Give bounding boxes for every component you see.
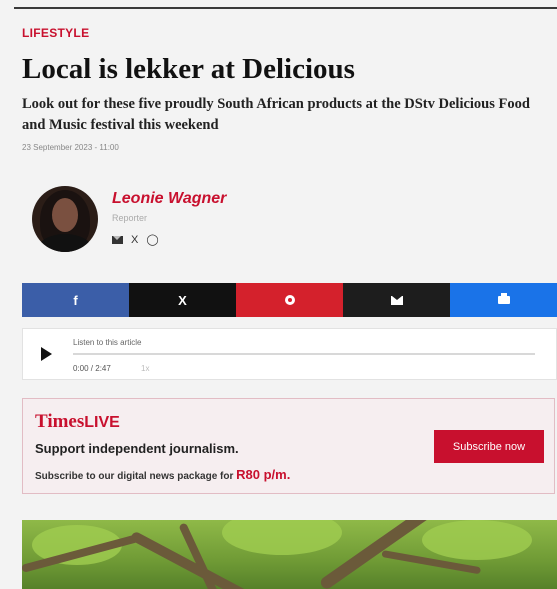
print-icon	[497, 293, 510, 304]
article-headline: Local is lekker at Delicious	[22, 53, 355, 85]
subscription-promo: TimesLIVE Support independent journalism…	[22, 398, 555, 494]
email-icon[interactable]	[112, 236, 123, 244]
timeslive-logo: TimesLIVE	[35, 411, 120, 432]
share-facebook-button[interactable]: f	[22, 283, 129, 317]
subscribe-now-button[interactable]: Subscribe now	[434, 430, 544, 463]
player-label: Listen to this article	[73, 338, 142, 347]
share-print-button[interactable]	[450, 283, 557, 317]
article-date: 23 September 2023 - 11:00	[22, 143, 119, 152]
author-role: Reporter	[112, 213, 148, 223]
player-speed-button[interactable]: 1x	[141, 364, 149, 373]
top-divider	[14, 7, 557, 9]
share-email-button[interactable]	[343, 283, 450, 317]
facebook-icon: f	[73, 292, 78, 308]
player-progress-track[interactable]	[73, 353, 535, 355]
promo-headline: Support independent journalism.	[35, 441, 239, 456]
author-block: Leonie Wagner Reporter X ◯	[32, 186, 432, 256]
x-icon[interactable]: X	[131, 234, 138, 246]
share-x-button[interactable]: X	[129, 283, 236, 317]
share-pinterest-button[interactable]	[236, 283, 343, 317]
author-social-links: X ◯	[112, 234, 159, 246]
x-icon: X	[178, 292, 187, 308]
author-name[interactable]: Leonie Wagner	[112, 190, 226, 208]
player-time: 0:00 / 2:47	[73, 364, 111, 373]
audio-player: Listen to this article 0:00 / 2:47 1x	[22, 328, 557, 380]
author-avatar[interactable]	[32, 186, 98, 252]
promo-subline: Subscribe to our digital news package fo…	[35, 467, 291, 482]
play-icon[interactable]	[41, 347, 52, 361]
category-label[interactable]: LIFESTYLE	[22, 26, 89, 40]
article-standfirst: Look out for these five proudly South Af…	[22, 96, 530, 133]
share-bar: f X	[22, 283, 557, 317]
email-icon	[390, 295, 403, 305]
pinterest-icon	[284, 295, 295, 305]
hero-image	[22, 520, 557, 589]
promo-price: R80 p/m.	[236, 467, 291, 482]
instagram-icon[interactable]: ◯	[146, 234, 158, 246]
